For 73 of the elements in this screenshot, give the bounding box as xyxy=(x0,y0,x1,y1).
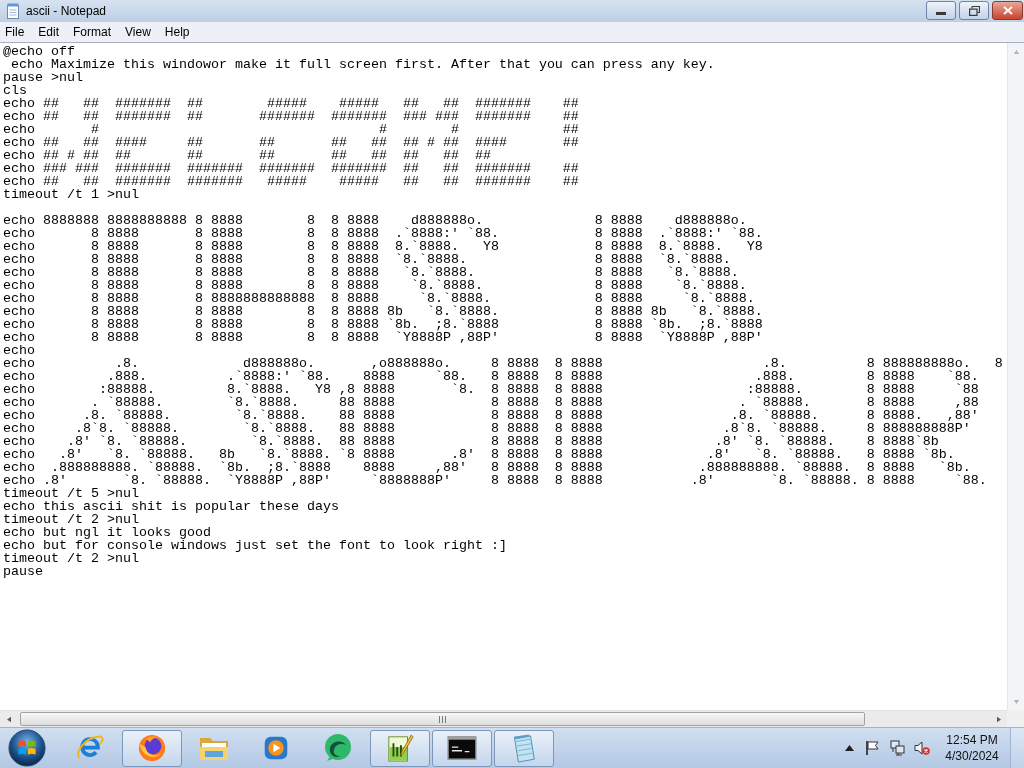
text-line: echo xyxy=(3,344,35,357)
text-line: echo .8' `8. `88888. 8b `8.`8888. `8 8888 .8' 8 8888 8 8888 .8' `8. `88888. 8 8888 `8b. xyxy=(3,448,955,461)
caret-right-icon xyxy=(996,715,1001,723)
text-line: echo ## ## ####### ####### ##### ##### ## ## ####### ## xyxy=(3,175,579,188)
menu-item[interactable]: File xyxy=(0,23,32,41)
minimize-icon xyxy=(936,11,946,15)
text-line: echo ## ## ####### ## ####### ####### ### ### ####### ## xyxy=(3,110,579,123)
text-line: echo 8 8888 8 8888888888888 8 8888 `8.`8888. 8 8888 `8.`8888. xyxy=(3,292,755,305)
text-line: echo this ascii shit is popular these days xyxy=(3,500,339,513)
text-line: echo ## ## #### ## ## ## ## ## # ## #### ## xyxy=(3,136,579,149)
close-icon xyxy=(1002,6,1013,15)
close-button[interactable] xyxy=(992,1,1023,20)
text-line: echo 8 8888 8 8888 8 8 8888 `8.`8888. 8 8888 `8.`8888. xyxy=(3,266,739,279)
flag-icon xyxy=(865,740,881,756)
text-line: echo ## # ## ## ## ## ## ## ## ## ## xyxy=(3,149,491,162)
text-line: cls xyxy=(3,84,27,97)
text-line: echo 8 8888 8 8888 8 8 8888 `Y8888P ,88P' 8 8888 `Y8888P ,88P' xyxy=(3,331,763,344)
caret-up-icon xyxy=(1012,49,1020,54)
minimize-button[interactable] xyxy=(926,1,956,20)
text-line: echo 8888888 8888888888 8 8888 8 8 8888 d888888o. 8 8888 d888888o. xyxy=(3,214,747,227)
text-line: echo Maximize this windowor make it full screen first. After that you can press any key. xyxy=(10,58,715,71)
text-line: timeout /t 2 >nul xyxy=(3,513,139,526)
text-line: echo 8 8888 8 8888 8 8 8888 .`8888:' `88. 8 8888 .`8888:' `88. xyxy=(3,227,763,240)
text-line: echo 8 8888 8 8888 8 8 8888 `8b. ;8.`8888 8 8888 `8b. ;8.`8888 xyxy=(3,318,763,331)
taskbar-button[interactable] xyxy=(122,729,182,767)
text-line: echo .8. `88888. `8.`8888. 88 8888 8 8888 8 8888 .8. `88888. 8 8888. ,88' xyxy=(3,409,979,422)
text-line: echo ## ## ####### ## ##### ##### ## ## ####### ## xyxy=(3,97,579,110)
text-line: echo 8 8888 8 8888 8 8 8888 `8.`8888. 8 8888 `8.`8888. xyxy=(3,279,747,292)
menu-item[interactable]: Edit xyxy=(31,23,67,41)
network-icon xyxy=(890,740,906,756)
text-line: echo .8' `8. `88888. `Y8888P ,88P' `8888888P' 8 8888 8 8888 .8' `8. `88888. 8 8888 `88. xyxy=(3,474,987,487)
notepad-pencil-icon xyxy=(386,733,414,763)
restore-button[interactable] xyxy=(959,1,989,20)
text-line: echo .888. .`8888:' `88. 8888 `88. 8 8888 8 8888 .888. 8 8888 `88. xyxy=(3,370,979,383)
text-line: timeout /t 1 >nul xyxy=(3,188,139,201)
text-line: echo 8 8888 8 8888 8 8 8888 8.`8888. Y8 8 8888 8.`8888. Y8 xyxy=(3,240,763,253)
caret-down-icon xyxy=(1012,699,1020,704)
clock-date: 4/30/2024 xyxy=(945,748,999,764)
text-line: pause xyxy=(3,565,43,578)
taskbar-button[interactable] xyxy=(432,729,492,767)
caret-up-icon xyxy=(845,745,854,751)
start-orb-icon xyxy=(8,729,46,767)
text-line: echo :88888. 8.`8888. Y8 ,8 8888 `8. 8 8888 8 8888 :88888. 8 8888 `88 xyxy=(3,383,979,396)
text-line: echo .8' `8. `88888. `8.`8888. 88 8888 8 8888 8 8888 .8' `8. `88888. 8 8888`8b xyxy=(3,435,939,448)
text-line: echo .888888888. `88888. `8b. ;8.`8888 8888 ,88' 8 8888 8 8888 .888888888. `88888. 8 8888 `8b. xyxy=(3,461,971,474)
text-line: echo .8. d888888o. ,o888888o. 8 8888 8 8888 .8. 8 888888888o. 8 xyxy=(3,357,1003,370)
restore-icon xyxy=(968,5,980,16)
play-icon xyxy=(263,735,289,761)
window-title: ascii - Notepad xyxy=(26,4,107,18)
menu-item[interactable]: Help xyxy=(157,23,197,41)
text-line: @echo off xyxy=(3,45,75,58)
caret-left-icon xyxy=(6,715,11,723)
text-line: timeout /t 5 >nul xyxy=(3,487,139,500)
text-line: echo but for console windows just set the font to look right :] xyxy=(3,539,507,552)
muted-speaker-icon xyxy=(914,740,930,756)
clock-time: 12:54 PM xyxy=(946,732,998,748)
terminal-icon xyxy=(447,736,477,760)
round-bubble-icon xyxy=(322,732,354,764)
text-line: echo . `88888. `8.`8888. 88 8888 8 8888 8 8888 . `88888. 8 8888 ,88 xyxy=(3,396,979,409)
text-line: timeout /t 2 >nul xyxy=(3,552,139,565)
text-line: pause >nul xyxy=(3,71,83,84)
text-line: echo but ngl it looks good xyxy=(3,526,211,539)
text-line: echo 8 8888 8 8888 8 8 8888 `8.`8888. 8 8888 `8.`8888. xyxy=(3,253,731,266)
menu-item[interactable]: View xyxy=(118,23,158,41)
grip-icon xyxy=(439,715,446,723)
text-line: echo # # # ## xyxy=(3,123,579,136)
notepad-icon xyxy=(6,3,20,19)
fox-globe-icon xyxy=(137,733,167,763)
menu-item[interactable]: Format xyxy=(66,23,119,41)
text-line: echo ### ### ####### ####### ####### ####### ## ## ####### ## xyxy=(3,162,579,175)
text-line: echo 8 8888 8 8888 8 8 8888 8b `8.`8888. 8 8888 8b `8.`8888. xyxy=(3,305,763,318)
text-line: echo .8`8. `88888. `8.`8888. 88 8888 8 8888 8 8888 .8`8. `88888. 8 888888888P' xyxy=(3,422,971,435)
scrollbar-thumb[interactable] xyxy=(20,712,865,726)
